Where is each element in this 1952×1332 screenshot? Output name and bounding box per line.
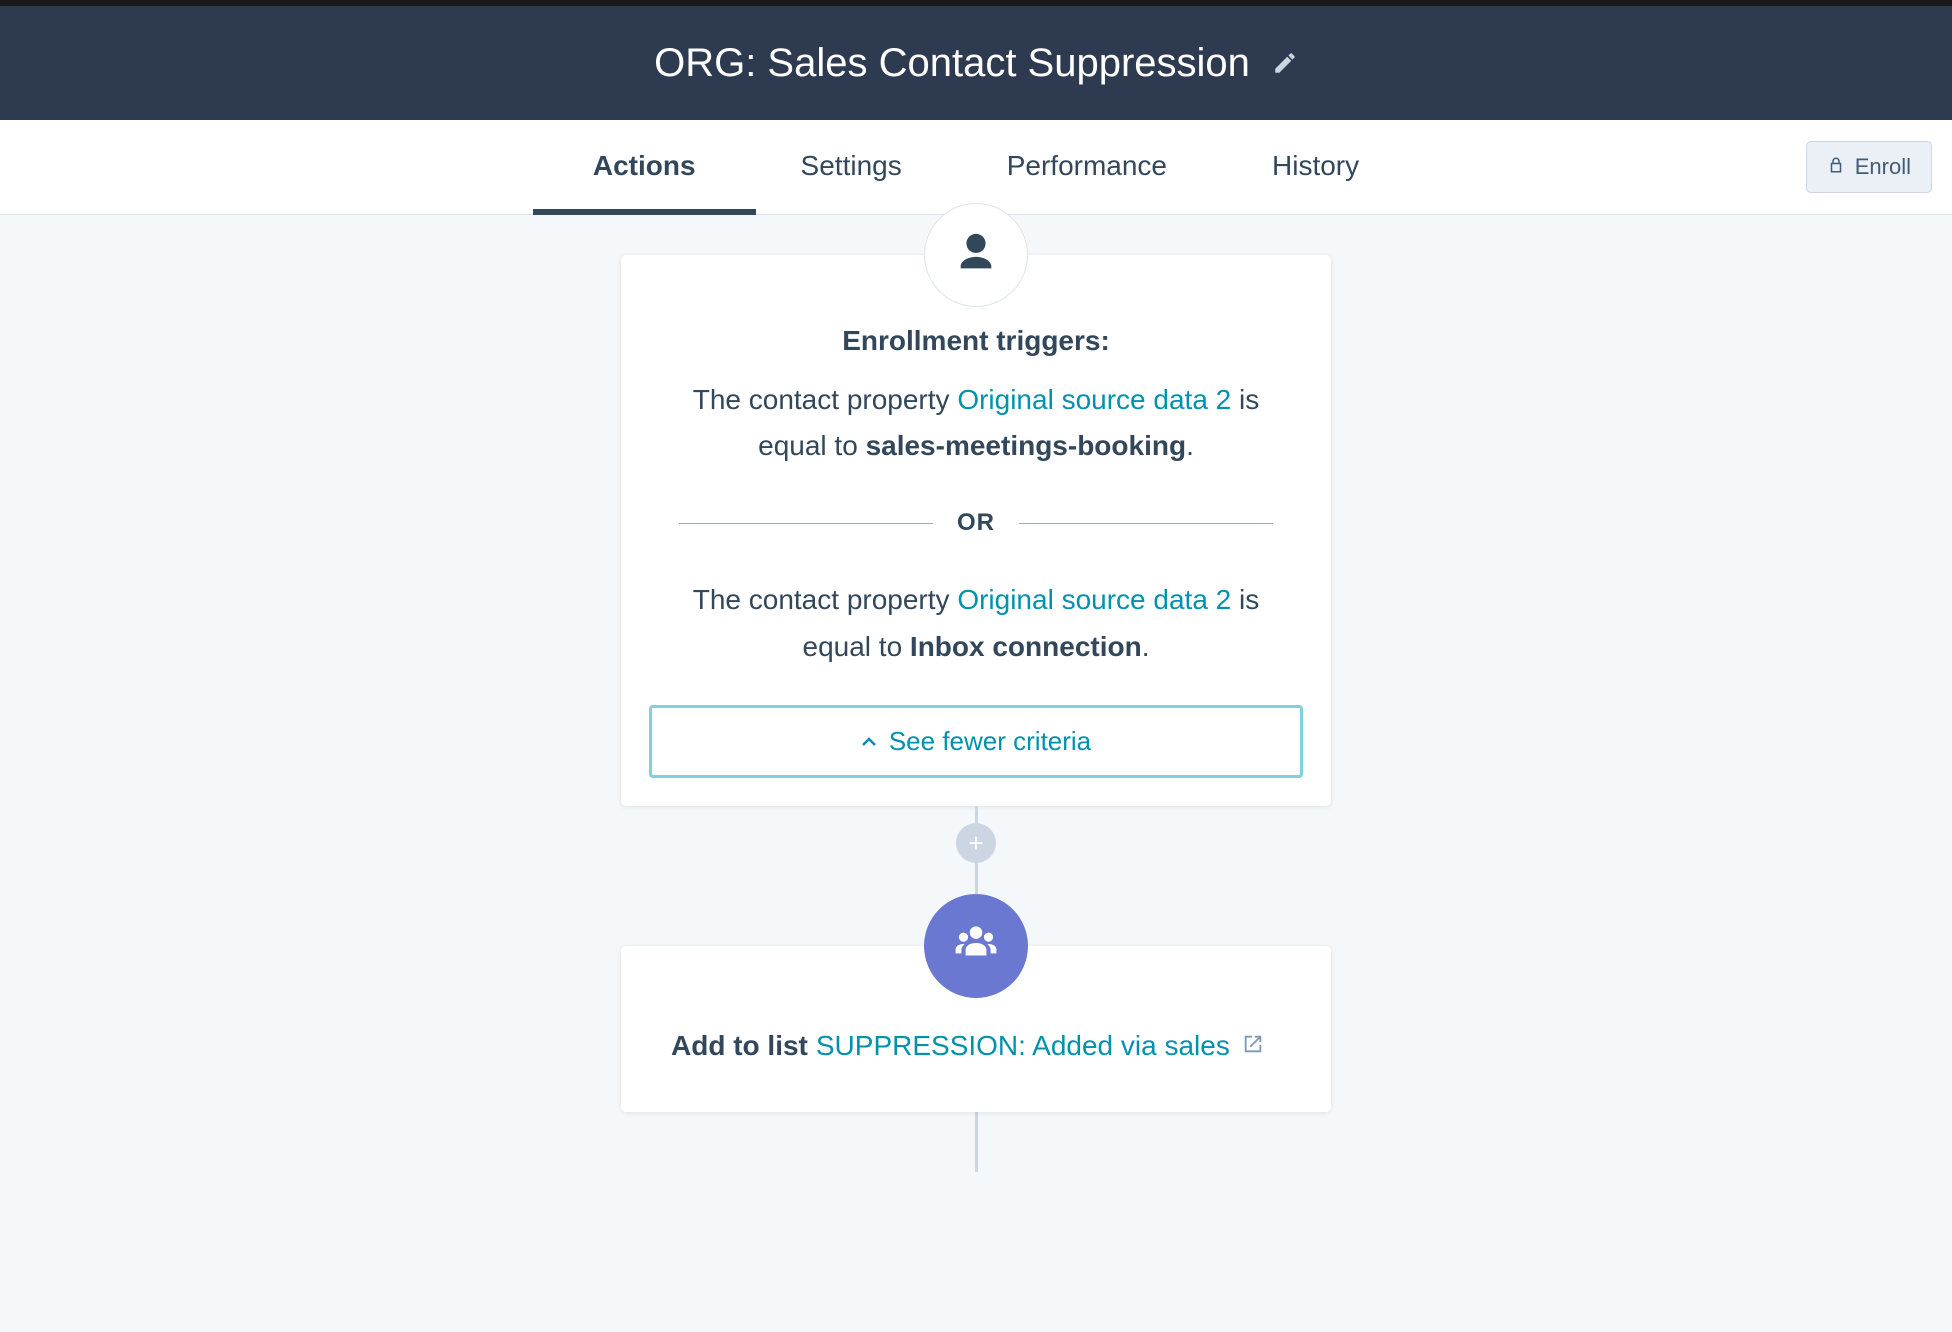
trigger-avatar — [924, 203, 1028, 307]
trigger-title: Enrollment triggers: — [649, 325, 1303, 357]
divider-line — [679, 523, 933, 524]
action-card[interactable]: Add to list SUPPRESSION: Added via sales — [621, 946, 1331, 1112]
action-list-link[interactable]: SUPPRESSION: Added via sales — [816, 1030, 1230, 1062]
workflow-canvas: Enrollment triggers: The contact propert… — [0, 215, 1952, 1332]
criterion-value: Inbox connection — [910, 631, 1142, 662]
criterion-prefix: The contact property — [693, 384, 958, 415]
action-description: Add to list SUPPRESSION: Added via sales — [671, 1030, 1281, 1062]
enroll-icon — [1827, 154, 1845, 180]
tab-history[interactable]: History — [1272, 122, 1359, 212]
tab-actions[interactable]: Actions — [593, 122, 696, 212]
enroll-button[interactable]: Enroll — [1806, 141, 1932, 193]
action-avatar — [924, 894, 1028, 998]
criterion-prefix: The contact property — [693, 584, 958, 615]
or-divider: OR — [679, 509, 1273, 537]
tab-performance[interactable]: Performance — [1007, 122, 1167, 212]
enrollment-trigger-card[interactable]: Enrollment triggers: The contact propert… — [621, 255, 1331, 806]
criterion-suffix: . — [1142, 631, 1150, 662]
tab-settings[interactable]: Settings — [801, 122, 902, 212]
person-icon — [953, 230, 999, 281]
see-fewer-criteria-button[interactable]: See fewer criteria — [649, 705, 1303, 778]
edit-title-icon[interactable] — [1272, 41, 1298, 86]
tabs-list: Actions Settings Performance History — [593, 122, 1359, 212]
divider-line — [1019, 523, 1273, 524]
tabs-bar: Actions Settings Performance History Enr… — [0, 120, 1952, 215]
group-icon — [951, 918, 1001, 973]
trigger-criterion-2: The contact property Original source dat… — [649, 577, 1303, 669]
criterion-link[interactable]: Original source data 2 — [957, 384, 1231, 415]
header-bar: ORG: Sales Contact Suppression — [0, 0, 1952, 120]
trigger-criterion-1: The contact property Original source dat… — [649, 377, 1303, 469]
criterion-suffix: . — [1186, 430, 1194, 461]
add-action-button[interactable]: + — [956, 823, 996, 863]
chevron-up-icon — [861, 726, 877, 757]
criterion-value: sales-meetings-booking — [866, 430, 1187, 461]
connector — [975, 1112, 978, 1172]
plus-icon: + — [968, 830, 983, 856]
criterion-link[interactable]: Original source data 2 — [957, 584, 1231, 615]
enroll-label: Enroll — [1855, 154, 1911, 180]
connector: + — [975, 806, 978, 881]
external-link-icon[interactable] — [1238, 1030, 1264, 1062]
workflow-title-wrap: ORG: Sales Contact Suppression — [654, 41, 1298, 86]
see-fewer-label: See fewer criteria — [889, 726, 1091, 757]
action-prefix: Add to list — [671, 1030, 808, 1062]
or-label: OR — [957, 509, 995, 537]
workflow-title: ORG: Sales Contact Suppression — [654, 41, 1250, 86]
